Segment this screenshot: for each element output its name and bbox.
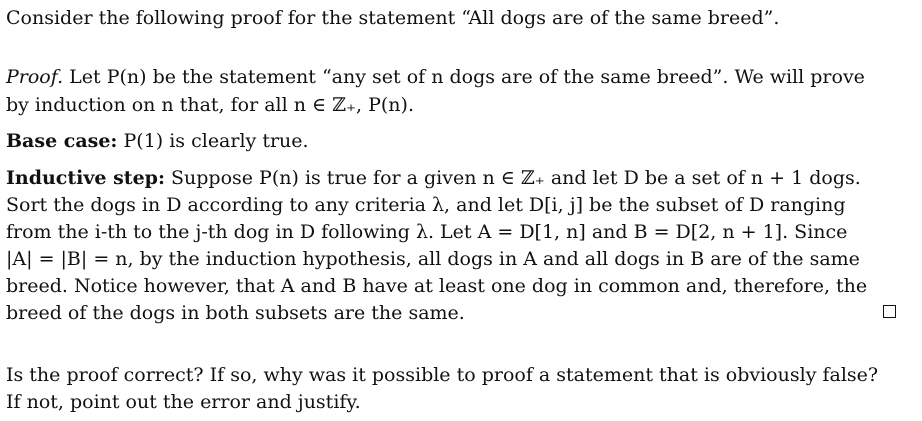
- statement-intro: Consider the following proof for the sta…: [6, 7, 780, 29]
- document-page: { "statement_intro": "Consider the follo…: [0, 0, 922, 421]
- question-line-1: Is the proof correct? If so, why was it …: [6, 364, 879, 386]
- proof-line-1: Proof. Let P(n) be the statement “any se…: [6, 64, 865, 90]
- proof-text-1: Let P(n) be the statement “any set of n …: [63, 66, 865, 88]
- inductive-step-line-3: from the i-th to the j-th dog in D follo…: [6, 221, 848, 243]
- inductive-step-line-5: breed. Notice however, that A and B have…: [6, 275, 868, 297]
- question-line-2: If not, point out the error and justify.: [6, 391, 361, 413]
- inductive-step-line-6: breed of the dogs in both subsets are th…: [6, 302, 465, 324]
- inductive-step-text-1: Suppose P(n) is true for a given n ∈ ℤ₊ …: [164, 167, 861, 189]
- base-case-label: Base case:: [6, 130, 118, 152]
- base-case-text: P(1) is clearly true.: [117, 130, 309, 152]
- proof-line-2: by induction on n that, for all n ∈ ℤ₊, …: [6, 94, 414, 116]
- inductive-step-label: Inductive step:: [6, 167, 165, 189]
- inductive-step-line-4: |A| = |B| = n, by the induction hypothes…: [6, 248, 860, 270]
- proof-label: Proof.: [6, 66, 64, 88]
- qed-square-icon: [883, 305, 896, 318]
- inductive-step-line-2: Sort the dogs in D according to any crit…: [6, 194, 846, 216]
- inductive-step-line-1: Inductive step: Suppose P(n) is true for…: [6, 165, 861, 191]
- base-case: Base case: P(1) is clearly true.: [6, 128, 309, 154]
